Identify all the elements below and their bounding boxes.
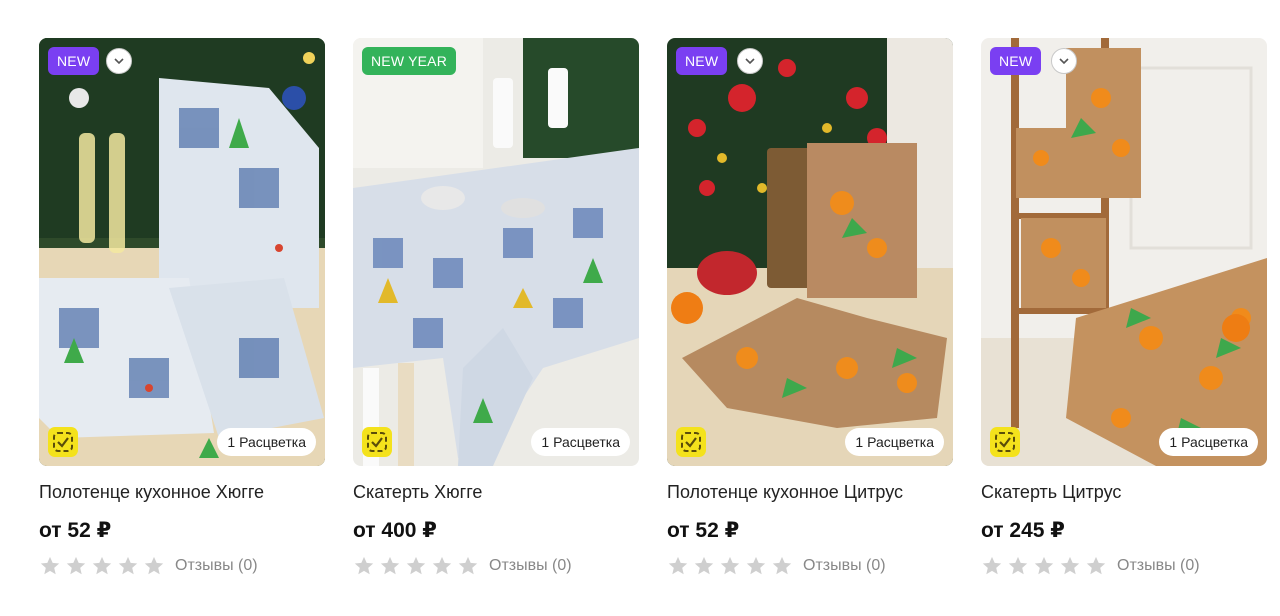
chevron-down-icon[interactable] xyxy=(106,48,132,74)
rating-stars[interactable] xyxy=(981,555,1107,577)
product-price: от 245 ₽ xyxy=(981,519,1065,542)
product-badge: NEW xyxy=(48,47,100,75)
star-icon[interactable] xyxy=(91,555,113,577)
product-image xyxy=(667,38,953,466)
product-title[interactable]: Полотенце кухонное Цитрус xyxy=(667,480,953,504)
verified-check-icon xyxy=(362,427,392,457)
rating-row: Отзывы (0) xyxy=(981,554,1267,578)
star-icon[interactable] xyxy=(379,555,401,577)
colors-count-label[interactable]: 1 Расцветка xyxy=(1159,428,1258,456)
star-icon[interactable] xyxy=(1033,555,1055,577)
product-card[interactable]: NEW 1 Расцветка Полотенце кухонное Цитру… xyxy=(667,38,953,578)
star-icon[interactable] xyxy=(353,555,375,577)
colors-count-label[interactable]: 1 Расцветка xyxy=(217,428,316,456)
product-price: от 52 ₽ xyxy=(39,519,112,542)
chevron-down-icon[interactable] xyxy=(1051,48,1077,74)
star-icon[interactable] xyxy=(719,555,741,577)
star-icon[interactable] xyxy=(457,555,479,577)
product-grid: NEW 1 Расцветка Полотенце кухонное Хюгге… xyxy=(0,0,1280,616)
product-badge: NEW xyxy=(990,47,1042,75)
product-price: от 400 ₽ xyxy=(353,519,437,542)
star-icon[interactable] xyxy=(1085,555,1107,577)
product-photo[interactable]: NEW 1 Расцветка xyxy=(981,38,1267,466)
star-icon[interactable] xyxy=(667,555,689,577)
star-icon[interactable] xyxy=(405,555,427,577)
product-image xyxy=(39,38,325,466)
product-badge: NEW xyxy=(676,47,728,75)
colors-count-label[interactable]: 1 Расцветка xyxy=(531,428,630,456)
rating-stars[interactable] xyxy=(353,555,479,577)
verified-check-icon xyxy=(48,427,78,457)
rating-stars[interactable] xyxy=(39,555,165,577)
product-price: от 52 ₽ xyxy=(667,519,740,542)
product-photo[interactable]: NEW 1 Расцветка xyxy=(39,38,325,466)
rating-row: Отзывы (0) xyxy=(39,554,325,578)
product-image xyxy=(981,38,1267,466)
product-photo[interactable]: NEW YEAR 1 Расцветка xyxy=(353,38,639,466)
star-icon[interactable] xyxy=(143,555,165,577)
rating-row: Отзывы (0) xyxy=(353,554,639,578)
star-icon[interactable] xyxy=(431,555,453,577)
reviews-link[interactable]: Отзывы (0) xyxy=(175,557,258,575)
product-title[interactable]: Скатерть Хюгге xyxy=(353,480,639,504)
reviews-link[interactable]: Отзывы (0) xyxy=(803,557,886,575)
star-icon[interactable] xyxy=(771,555,793,577)
product-title[interactable]: Полотенце кухонное Хюгге xyxy=(39,480,325,504)
star-icon[interactable] xyxy=(1007,555,1029,577)
rating-stars[interactable] xyxy=(667,555,793,577)
verified-check-icon xyxy=(990,427,1020,457)
product-image xyxy=(353,38,639,466)
product-title[interactable]: Скатерть Цитрус xyxy=(981,480,1267,504)
verified-check-icon xyxy=(676,427,706,457)
star-icon[interactable] xyxy=(117,555,139,577)
colors-count-label[interactable]: 1 Расцветка xyxy=(845,428,944,456)
product-photo[interactable]: NEW 1 Расцветка xyxy=(667,38,953,466)
product-card[interactable]: NEW 1 Расцветка Скатерть Цитрус от 245 ₽… xyxy=(981,38,1267,578)
product-card[interactable]: NEW YEAR 1 Расцветка Скатерть Хюгге от 4… xyxy=(353,38,639,578)
chevron-down-icon[interactable] xyxy=(737,48,763,74)
reviews-link[interactable]: Отзывы (0) xyxy=(1117,557,1200,575)
star-icon[interactable] xyxy=(65,555,87,577)
star-icon[interactable] xyxy=(693,555,715,577)
rating-row: Отзывы (0) xyxy=(667,554,953,578)
reviews-link[interactable]: Отзывы (0) xyxy=(489,557,572,575)
star-icon[interactable] xyxy=(1059,555,1081,577)
star-icon[interactable] xyxy=(745,555,767,577)
star-icon[interactable] xyxy=(39,555,61,577)
product-card[interactable]: NEW 1 Расцветка Полотенце кухонное Хюгге… xyxy=(39,38,325,578)
star-icon[interactable] xyxy=(981,555,1003,577)
product-badge: NEW YEAR xyxy=(362,47,457,75)
